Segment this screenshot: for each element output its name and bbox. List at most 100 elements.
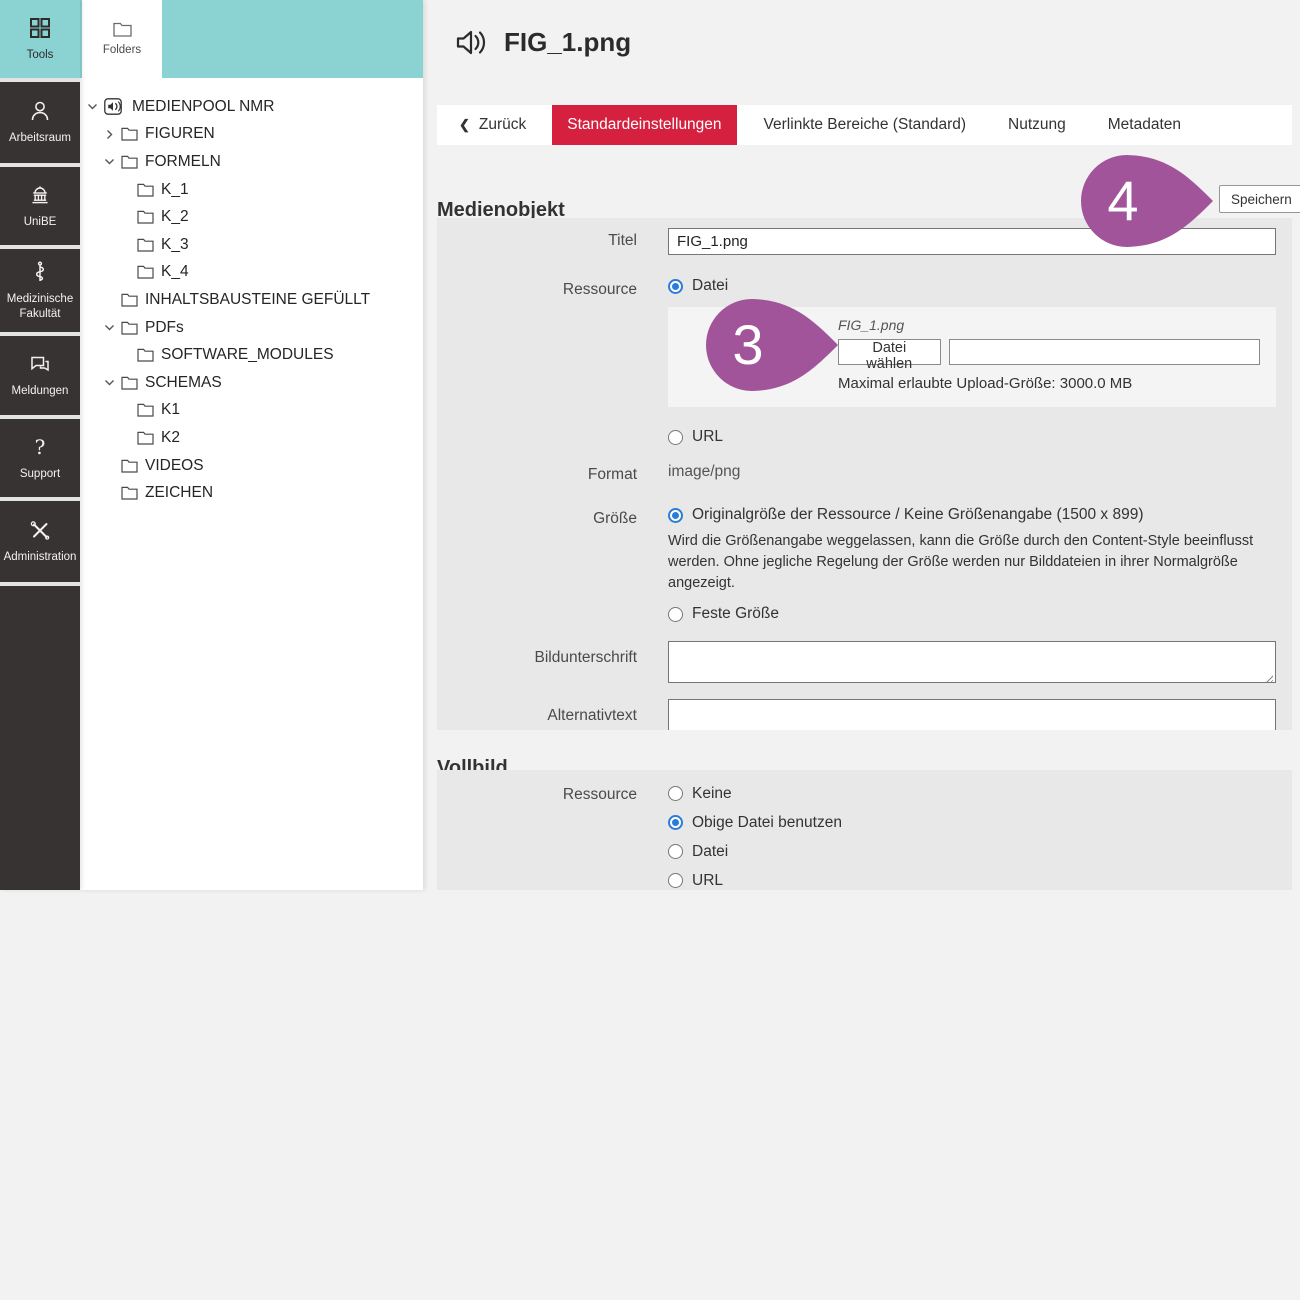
crossed-tools-icon (28, 518, 52, 542)
page-title-text: FIG_1.png (504, 27, 631, 58)
sidebar-item-support[interactable]: ? Support (0, 419, 80, 497)
tab-verlinkte-bereiche[interactable]: Verlinkte Bereiche (Standard) (749, 105, 981, 145)
tree-item-videos[interactable]: VIDEOS (80, 452, 423, 480)
sidebar-filler (0, 586, 80, 890)
folder-icon (137, 210, 154, 224)
folder-icon (121, 486, 138, 500)
folder-icon (137, 431, 154, 445)
tree-item-k_1[interactable]: K_1 (80, 176, 423, 204)
radio-option-url[interactable]: URL (668, 428, 1276, 446)
sidebar-item-label: Medizinische Fakultät (2, 292, 78, 322)
tree-item-label: PDFs (145, 319, 184, 337)
tab-folders[interactable]: Folders (82, 0, 162, 78)
chevron-down-icon[interactable] (103, 376, 117, 389)
folder-icon (121, 293, 138, 307)
sidebar-item-label: Meldungen (12, 384, 69, 399)
save-button[interactable]: Speichern (1219, 185, 1300, 213)
tree-item-zeichen[interactable]: ZEICHEN (80, 479, 423, 507)
sidebar-item-unibe[interactable]: UniBE (0, 167, 80, 245)
chevron-left-icon: ❮ (459, 117, 470, 133)
tree-item-k1[interactable]: K1 (80, 397, 423, 425)
question-mark-icon: ? (35, 435, 46, 459)
radio-option-feste-groesse[interactable]: Feste Größe (668, 605, 1276, 623)
radio-label: URL (692, 428, 723, 446)
tree-item-label: K_1 (161, 181, 189, 199)
folder-icon (121, 127, 138, 141)
tree-item-schemas[interactable]: SCHEMAS (80, 369, 423, 397)
tree-item-k_2[interactable]: K_2 (80, 203, 423, 231)
chevron-right-icon[interactable] (103, 128, 117, 141)
chevron-down-icon[interactable] (103, 155, 117, 168)
vollbild-ressource-label: Ressource (437, 782, 637, 890)
radio-label: Feste Größe (692, 605, 779, 623)
radio-unselected[interactable] (668, 844, 683, 859)
radio-unselected[interactable] (668, 786, 683, 801)
folders-panel-header: Folders (80, 0, 423, 78)
sidebar-item-meldungen[interactable]: Meldungen (0, 336, 80, 415)
tree-item-label: SCHEMAS (145, 374, 222, 392)
radio-selected[interactable] (668, 279, 683, 294)
radio-label: Obige Datei benutzen (692, 814, 842, 832)
tree-item-pdfs[interactable]: PDFs (80, 314, 423, 342)
radio-option-url[interactable]: URL (668, 869, 1276, 890)
radio-option-datei[interactable]: Datei (668, 277, 1276, 295)
format-label: Format (437, 462, 637, 484)
tree-item-formeln[interactable]: FORMELN (80, 148, 423, 176)
upload-size-hint: Maximal erlaubte Upload-Größe: 3000.0 MB (838, 375, 1260, 392)
radio-selected[interactable] (668, 508, 683, 523)
chevron-down-icon[interactable] (86, 100, 100, 113)
vollbild-form-panel: Ressource Keine Obige Datei benutzen Dat… (437, 770, 1292, 890)
tab-metadaten[interactable]: Metadaten (1093, 105, 1196, 145)
tree-item-figuren[interactable]: FIGUREN (80, 121, 423, 149)
radio-option-keine[interactable]: Keine (668, 782, 1276, 805)
tree-item-inhaltsbausteine-gefuellt[interactable]: INHALTSBAUSTEINE GEFÜLLT (80, 286, 423, 314)
main-sidebar: Tools Arbeitsraum UniBE Medizinische Fak… (0, 0, 80, 890)
file-path-input[interactable] (949, 339, 1260, 365)
radio-option-originalgroesse[interactable]: Originalgröße der Ressource / Keine Größ… (668, 506, 1276, 524)
sidebar-item-administration[interactable]: Administration (0, 501, 80, 582)
asclepius-staff-icon (28, 260, 52, 284)
tree-item-k_3[interactable]: K_3 (80, 231, 423, 259)
radio-option-datei[interactable]: Datei (668, 840, 1276, 863)
sidebar-item-medizinische-fakultaet[interactable]: Medizinische Fakultät (0, 249, 80, 332)
radio-selected[interactable] (668, 815, 683, 830)
folder-tree: MEDIENPOOL NMR FIGUREN FORMELN K_1 K_2 K… (80, 78, 423, 507)
tab-nutzung[interactable]: Nutzung (993, 105, 1081, 145)
tree-item-k_4[interactable]: K_4 (80, 259, 423, 287)
titel-input[interactable] (668, 228, 1276, 255)
radio-unselected[interactable] (668, 607, 683, 622)
tree-item-medienpool-nmr[interactable]: MEDIENPOOL NMR (80, 93, 423, 121)
chevron-down-icon[interactable] (103, 321, 117, 334)
sidebar-item-tools[interactable]: Tools (0, 0, 80, 78)
tree-item-software_modules[interactable]: SOFTWARE_MODULES (80, 341, 423, 369)
tree-item-label: SOFTWARE_MODULES (161, 346, 334, 364)
sidebar-item-label: Tools (27, 48, 54, 63)
bildunterschrift-label: Bildunterschrift (437, 641, 637, 688)
back-button[interactable]: ❮ Zurück (437, 105, 543, 145)
alternativtext-label: Alternativtext (437, 699, 637, 730)
choose-file-button[interactable]: Datei wählen (838, 339, 941, 365)
radio-option-obige-datei[interactable]: Obige Datei benutzen (668, 811, 1276, 834)
radio-unselected[interactable] (668, 873, 683, 888)
bildunterschrift-textarea[interactable] (668, 641, 1276, 683)
folder-icon (121, 376, 138, 390)
tree-item-label: K_2 (161, 208, 189, 226)
tab-standardeinstellungen[interactable]: Standardeinstellungen (552, 105, 736, 145)
folder-icon (121, 321, 138, 335)
sidebar-item-arbeitsraum[interactable]: Arbeitsraum (0, 82, 80, 163)
folder-icon (113, 22, 132, 37)
tree-item-label: FORMELN (145, 153, 221, 171)
sidebar-item-label: UniBE (24, 215, 57, 230)
back-label: Zurück (479, 116, 526, 134)
speaker-icon (455, 28, 489, 57)
radio-label: Datei (692, 277, 728, 295)
alternativtext-textarea[interactable] (668, 699, 1276, 730)
folder-icon (121, 155, 138, 169)
groesse-hint-text: Wird die Größenangabe weggelassen, kann … (668, 531, 1272, 594)
main-content: FIG_1.png ❮ Zurück Standardeinstellungen… (423, 0, 1300, 890)
radio-label: Originalgröße der Ressource / Keine Größ… (692, 506, 1143, 524)
ressource-label: Ressource (437, 277, 637, 446)
medienobjekt-form-panel: Titel Ressource Datei FIG_1.png Datei wä… (437, 218, 1292, 730)
tree-item-k2[interactable]: K2 (80, 424, 423, 452)
radio-unselected[interactable] (668, 430, 683, 445)
